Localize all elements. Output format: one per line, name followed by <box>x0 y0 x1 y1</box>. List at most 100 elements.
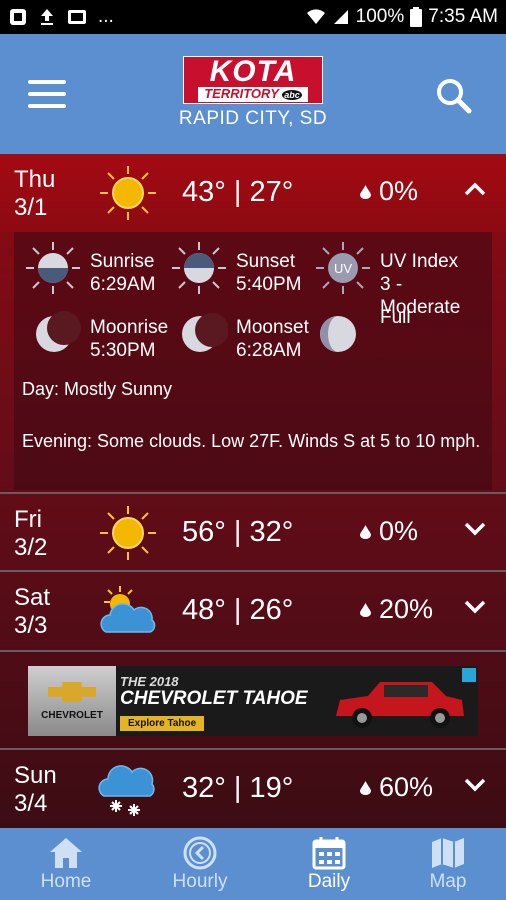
sunrise-icon <box>26 242 80 294</box>
sunset-label: Sunset <box>236 251 296 272</box>
sunrise-time: 6:29AM <box>90 274 156 295</box>
day-row-sun[interactable]: Sun 3/4 32° | 19° 60% <box>0 748 506 826</box>
uv-index-info: UV UV Index 3 - Moderate <box>314 240 474 318</box>
day-date: 3/2 <box>14 534 48 561</box>
snow-icon <box>98 765 155 816</box>
battery-percent: 100% <box>355 6 405 27</box>
ad-year: THE 2018 <box>120 674 179 689</box>
signal-icon <box>333 10 348 24</box>
clock-icon <box>183 836 217 870</box>
raindrop-icon <box>360 602 371 617</box>
precip-value: 0% <box>379 516 419 546</box>
raindrop-icon <box>360 524 371 539</box>
day-date: 3/3 <box>14 612 48 639</box>
day-label: Thu 3/1 <box>14 166 55 222</box>
low-temp: 27° <box>249 176 294 208</box>
day-row-fri[interactable]: Fri 3/2 56° | 32° 0% <box>0 492 506 570</box>
moonset-info: Moonset 6:28AM <box>170 306 330 362</box>
day-details-panel: Sunrise 6:29AM Sunset 5:40PM UV UV Index 3 … <box>14 232 492 490</box>
crescent-moon-icon <box>182 313 228 352</box>
chevron-down-icon[interactable] <box>464 778 486 792</box>
ad-banner[interactable]: CHEVROLET THE 2018 CHEVROLET TAHOE Explo… <box>28 666 478 736</box>
day-row-sat[interactable]: Sat 3/3 48° | 26° 20% <box>0 570 506 648</box>
tab-label: Daily <box>307 871 351 892</box>
menu-button[interactable] <box>28 80 66 108</box>
day-name: Thu <box>14 166 56 193</box>
app-header: KOTA TERRITORY abc RAPID CITY, SD <box>0 34 506 154</box>
high-temp: 48° <box>182 594 226 626</box>
low-temp: 26° <box>249 594 294 626</box>
ad-cta-button[interactable]: Explore Tahoe <box>120 716 205 731</box>
uv-label: UV Index <box>380 251 459 272</box>
chevron-down-icon[interactable] <box>464 522 486 536</box>
logo-sub-text: TERRITORY <box>204 86 279 101</box>
status-bar: ... 100% 7:35 AM <box>0 0 506 34</box>
sunny-icon <box>100 506 156 560</box>
tab-label: Hourly <box>172 871 228 892</box>
high-temp: 43° <box>182 176 226 208</box>
moonrise-label: Moonrise <box>90 317 169 338</box>
high-temp: 56° <box>182 516 226 548</box>
precip-chance: 20% <box>360 594 433 625</box>
clock-time: 7:35 AM <box>428 6 498 27</box>
chevrolet-bowtie-icon <box>48 682 96 702</box>
temp-separator: | <box>233 176 242 208</box>
day-row-thu[interactable]: Thu 3/1 43° | 27° 0% <box>0 154 506 232</box>
moon-phase-label: Full <box>380 307 411 328</box>
system-status: 100% 7:35 AM <box>306 6 498 28</box>
location-label: RAPID CITY, SD <box>178 108 328 129</box>
tab-hourly[interactable]: Hourly <box>150 828 250 900</box>
tab-daily[interactable]: Daily <box>279 828 379 900</box>
tab-label: Map <box>429 871 467 892</box>
search-icon[interactable] <box>434 76 474 116</box>
more-notifications: ... <box>98 6 114 27</box>
chevron-down-icon[interactable] <box>464 600 486 614</box>
battery-icon <box>410 7 423 27</box>
moonrise-info: Moonrise 5:30PM <box>24 306 184 362</box>
day-name: Sat <box>14 584 51 611</box>
temperature-range: 32° | 19° <box>182 772 293 805</box>
ad-brand-panel: CHEVROLET <box>28 666 116 736</box>
day-name: Fri <box>14 506 42 533</box>
raindrop-icon <box>360 780 371 795</box>
evening-summary: Evening: Some clouds. Low 27F. Winds S a… <box>22 431 481 451</box>
map-icon <box>432 838 464 868</box>
ad-banner-row: CHEVROLET THE 2018 CHEVROLET TAHOE Explo… <box>0 650 506 746</box>
temp-separator: | <box>233 594 242 626</box>
tab-home[interactable]: Home <box>16 828 116 900</box>
calendar-icon <box>312 837 346 870</box>
day-date: 3/1 <box>14 194 48 221</box>
day-label: Sat 3/3 <box>14 584 50 640</box>
sunrise-label: Sunrise <box>90 251 155 272</box>
low-temp: 32° <box>249 516 294 548</box>
car-image <box>336 682 464 728</box>
home-icon <box>50 838 82 868</box>
tab-map[interactable]: Map <box>398 828 498 900</box>
partly-cloudy-icon <box>100 586 156 633</box>
day-name: Sun <box>14 762 57 789</box>
uv-icon-text: UV <box>334 261 352 276</box>
precip-chance: 0% <box>360 516 418 547</box>
precip-value: 20% <box>379 594 434 624</box>
app-notification-icon <box>10 9 26 25</box>
hamburger-icon <box>28 80 66 84</box>
daily-forecast-list[interactable]: Thu 3/1 43° | 27° 0% Sunrise 6:29AM Suns… <box>0 154 506 828</box>
temp-separator: | <box>233 516 242 548</box>
sunset-info: Sunset 5:40PM <box>170 240 330 296</box>
temperature-range: 48° | 26° <box>182 594 293 627</box>
station-logo: KOTA TERRITORY abc <box>183 56 323 104</box>
day-summary: Day: Mostly Sunny <box>22 379 173 399</box>
full-moon-icon <box>320 316 356 352</box>
moon-phase-info: Full <box>314 306 474 362</box>
temperature-range: 56° | 32° <box>182 516 293 549</box>
tab-label: Home <box>40 871 92 892</box>
adchoices-icon[interactable] <box>462 668 476 682</box>
logo-main: KOTA <box>209 55 297 88</box>
sunset-time: 5:40PM <box>236 274 302 295</box>
raindrop-icon <box>360 184 371 199</box>
bottom-tab-bar: Home Hourly Daily Map <box>0 828 506 900</box>
logo-sub: TERRITORY abc <box>198 87 308 102</box>
chevron-up-icon[interactable] <box>464 182 486 196</box>
network-badge: abc <box>282 90 302 100</box>
ad-brand-name: CHEVROLET <box>41 710 103 721</box>
